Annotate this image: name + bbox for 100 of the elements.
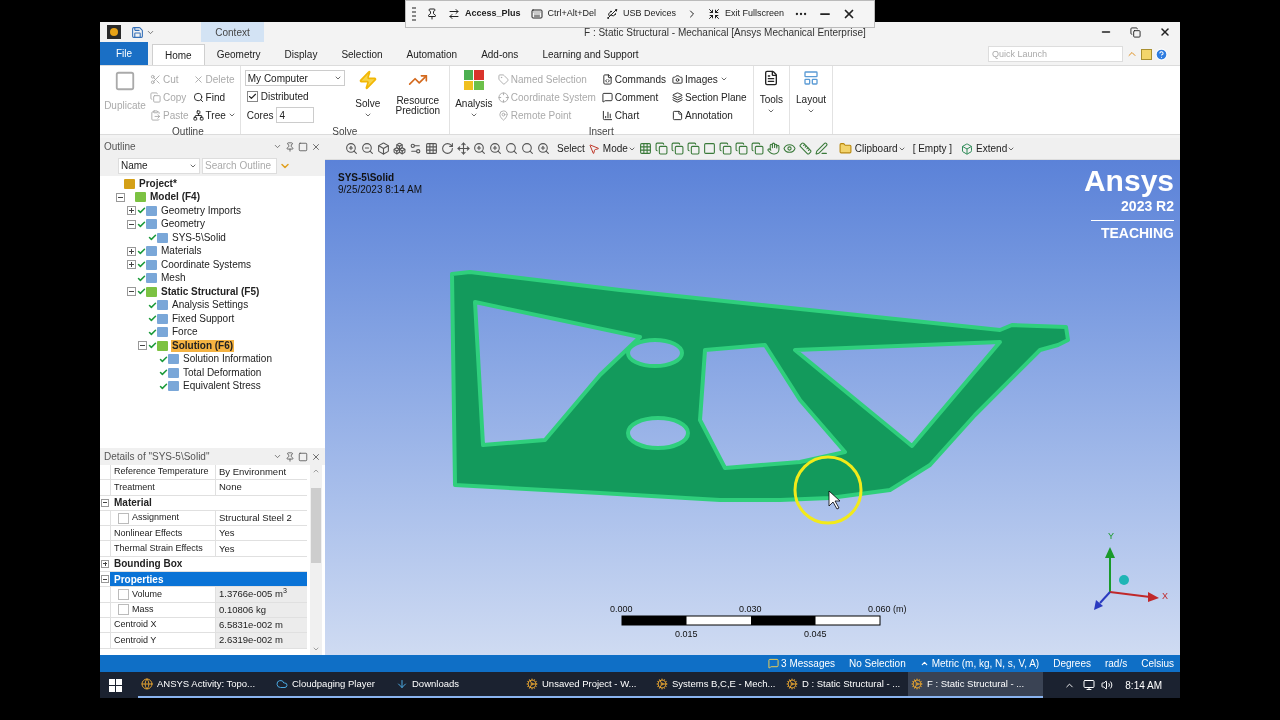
- viewport-tool-icon[interactable]: [489, 142, 502, 155]
- remote-toolbar-button[interactable]: Exit Fullscreen: [708, 7, 785, 21]
- ribbon-small-button[interactable]: Images: [671, 70, 747, 88]
- expand-toggle[interactable]: [101, 559, 109, 568]
- rate-units[interactable]: rad/s: [1104, 656, 1128, 671]
- caret-icon[interactable]: [919, 659, 929, 668]
- save-icon[interactable]: [131, 25, 144, 39]
- collapse-toggle[interactable]: [101, 498, 109, 507]
- network-icon[interactable]: [1083, 679, 1096, 691]
- taskbar-app-button[interactable]: Downloads: [393, 672, 523, 698]
- selection-filter-icon[interactable]: [702, 142, 716, 155]
- units-status[interactable]: Metric (m, kg, N, s, V, A): [931, 656, 1040, 671]
- tree-item[interactable]: Materials: [160, 245, 203, 258]
- section-header[interactable]: Bounding Box: [110, 556, 307, 572]
- collapse-toggle[interactable]: [126, 287, 136, 297]
- checkbox[interactable]: [118, 589, 129, 600]
- ribbon-tab[interactable]: Add-ons: [469, 44, 531, 65]
- cores-field[interactable]: 4: [276, 107, 315, 123]
- ribbon-small-button[interactable]: Tree: [192, 106, 236, 124]
- pointer-icon[interactable]: [587, 142, 600, 155]
- collapse-toggle[interactable]: [115, 192, 125, 202]
- tree-item[interactable]: Fixed Support: [171, 312, 236, 325]
- tree-item[interactable]: Project*: [138, 177, 178, 190]
- taskbar-app-button[interactable]: ANSYS Activity: Topo...: [138, 672, 273, 698]
- remote-toolbar-button[interactable]: Access_Plus: [448, 7, 521, 21]
- tree-item[interactable]: Geometry Imports: [160, 204, 243, 217]
- maximize-icon[interactable]: [298, 451, 308, 462]
- viewport-tool-icon[interactable]: [425, 142, 438, 155]
- ribbon-tab[interactable]: Learning and Support: [530, 44, 651, 65]
- ribbon-tab[interactable]: Automation: [394, 44, 470, 65]
- tree-item[interactable]: Force: [171, 326, 199, 339]
- selection-filter-icon[interactable]: [782, 142, 796, 155]
- tree-item[interactable]: Model (F4): [149, 191, 201, 204]
- expand-toggle[interactable]: [126, 246, 136, 256]
- viewport-tool-icon[interactable]: [409, 142, 422, 155]
- viewport-tool-icon[interactable]: [457, 142, 470, 155]
- resource-prediction-button[interactable]: Resource Prediction: [390, 70, 445, 124]
- checkbox[interactable]: [118, 604, 129, 616]
- viewport-tool-icon[interactable]: [441, 142, 454, 155]
- clipboard-icon[interactable]: [838, 142, 852, 155]
- clock[interactable]: 8:14 AM: [1125, 677, 1162, 693]
- ribbon-tab[interactable]: Display: [272, 44, 330, 65]
- selection-filter-icon[interactable]: [718, 142, 732, 155]
- taskbar-app-button[interactable]: Cloudpaging Player: [273, 672, 393, 698]
- selection-filter-icon[interactable]: [734, 142, 748, 155]
- tree-item[interactable]: Coordinate Systems: [160, 258, 253, 271]
- viewport-tool-icon[interactable]: [377, 142, 390, 155]
- viewport-tool-icon[interactable]: [521, 142, 534, 155]
- extend-dropdown[interactable]: Extend: [976, 141, 1016, 156]
- file-tab[interactable]: File: [100, 42, 148, 65]
- start-icon[interactable]: [109, 678, 122, 692]
- ribbon-small-button[interactable]: Chart: [601, 106, 666, 124]
- section-header[interactable]: Properties: [110, 572, 307, 587]
- caret-icon[interactable]: [273, 142, 282, 151]
- tree-item[interactable]: Total Deformation: [182, 366, 263, 379]
- selection-filter-icon[interactable]: [686, 142, 700, 155]
- viewport-tool-icon[interactable]: [345, 142, 358, 155]
- tree-item[interactable]: Solution Information: [182, 353, 273, 366]
- viewport-tool-icon[interactable]: [505, 142, 518, 155]
- viewport-tool-icon[interactable]: [537, 142, 550, 155]
- taskbar-app-button[interactable]: F : Static Structural - ...: [908, 672, 1043, 698]
- grip-handle[interactable]: [412, 7, 416, 21]
- volume-icon[interactable]: [1101, 679, 1114, 691]
- viewport-tool-icon[interactable]: [361, 142, 374, 155]
- tree-item[interactable]: Analysis Settings: [171, 299, 250, 312]
- tree-item[interactable]: Equivalent Stress: [182, 380, 262, 393]
- selection-filter-icon[interactable]: [750, 142, 764, 155]
- selection-filter-icon[interactable]: [798, 142, 812, 155]
- help-icon[interactable]: [1155, 48, 1168, 61]
- selection-filter-icon[interactable]: [654, 142, 668, 155]
- angle-units[interactable]: Degrees: [1053, 656, 1091, 671]
- checkbox[interactable]: [118, 512, 129, 524]
- ribbon-small-button[interactable]: Comment: [601, 88, 666, 106]
- tree-item[interactable]: Static Structural (F5): [160, 285, 261, 298]
- tree-item[interactable]: SYS-5\Solid: [171, 231, 227, 244]
- ribbon-small-button[interactable]: Section Plane: [671, 88, 747, 106]
- collapse-toggle[interactable]: [126, 219, 136, 229]
- select-button[interactable]: Select: [557, 141, 585, 156]
- selection-filter-icon[interactable]: [638, 142, 652, 155]
- remote-toolbar-button[interactable]: USB Devices: [606, 7, 677, 21]
- checkbox[interactable]: [246, 90, 258, 102]
- restore-icon[interactable]: [1130, 26, 1141, 38]
- expand-toggle[interactable]: [126, 206, 136, 216]
- ribbon-small-button[interactable]: Commands: [601, 70, 666, 88]
- search-field[interactable]: Search Outline: [202, 157, 277, 174]
- taskbar-app-button[interactable]: Systems B,C,E - Mech...: [653, 672, 783, 698]
- ribbon-large-button[interactable]: Layout: [796, 70, 827, 115]
- messages-status[interactable]: 3 Messages: [781, 656, 835, 671]
- quick-launch-field[interactable]: Quick Launch: [988, 46, 1123, 62]
- selection-filter-icon[interactable]: [814, 142, 828, 155]
- mode-dropdown[interactable]: Mode: [602, 141, 636, 156]
- solve-button[interactable]: Solve: [350, 70, 385, 124]
- context-tab[interactable]: Context: [201, 22, 264, 42]
- viewport-tool-icon[interactable]: [473, 142, 486, 155]
- ribbon-large-button[interactable]: Tools: [759, 70, 784, 115]
- taskbar-app-button[interactable]: Unsaved Project - W...: [523, 672, 653, 698]
- tree-item[interactable]: Geometry: [160, 218, 206, 231]
- expand-toggle[interactable]: [126, 260, 136, 270]
- analysis-button[interactable]: Analysis: [455, 70, 492, 124]
- remote-toolbar-button[interactable]: Ctrl+Alt+Del: [530, 7, 597, 21]
